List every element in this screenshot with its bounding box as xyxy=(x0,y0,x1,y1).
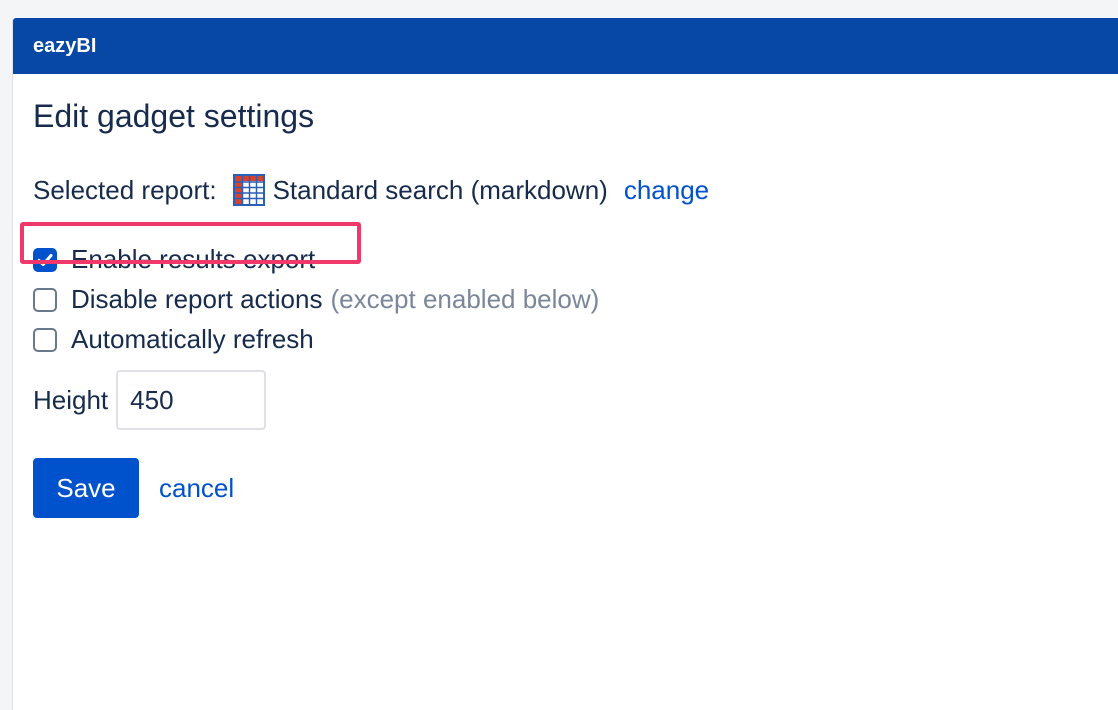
save-button[interactable]: Save xyxy=(33,458,139,518)
page-title: Edit gadget settings xyxy=(33,98,315,134)
height-input[interactable] xyxy=(116,370,267,430)
selected-report-label: Selected report: xyxy=(33,174,217,205)
brand-logo-text: eazyBI xyxy=(33,34,97,57)
option-automatically-refresh[interactable]: Automatically refresh xyxy=(33,324,314,355)
disable-report-actions-checkbox[interactable] xyxy=(33,287,57,312)
option-label[interactable]: Disable report actions xyxy=(71,284,322,315)
option-disable-report-actions[interactable]: Disable report actions (except enabled b… xyxy=(33,284,599,315)
selected-report-row: Selected report: Standard search (markdo… xyxy=(33,174,709,206)
gadget-settings-panel: eazyBI Edit gadget settings Selected rep… xyxy=(12,18,1118,710)
height-label: Height xyxy=(33,384,109,415)
table-icon xyxy=(232,174,265,206)
option-enable-results-export[interactable]: Enable results export xyxy=(33,244,315,275)
option-label[interactable]: Enable results export xyxy=(71,244,315,275)
automatically-refresh-checkbox[interactable] xyxy=(33,327,57,352)
checkmark-icon xyxy=(37,253,53,266)
app-header: eazyBI xyxy=(13,18,1118,74)
form-actions: Save cancel xyxy=(33,458,234,518)
cancel-link[interactable]: cancel xyxy=(159,473,234,504)
option-label[interactable]: Automatically refresh xyxy=(71,324,314,355)
change-report-link[interactable]: change xyxy=(624,175,709,206)
selected-report-name: Standard search (markdown) xyxy=(272,174,608,205)
height-row: Height xyxy=(33,370,267,430)
enable-results-export-checkbox[interactable] xyxy=(33,247,57,272)
option-note: (except enabled below) xyxy=(330,284,600,314)
